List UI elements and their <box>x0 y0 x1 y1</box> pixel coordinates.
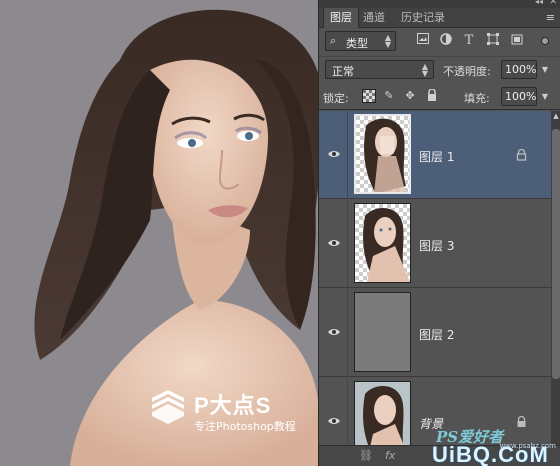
eye-icon <box>328 418 340 424</box>
fx-icon[interactable]: fx <box>385 449 395 462</box>
lock-transparent-pixels-icon[interactable] <box>362 89 376 103</box>
layer-thumbnail <box>354 381 411 445</box>
visibility-toggle[interactable] <box>319 111 348 199</box>
fill-dropdown-icon[interactable]: ▼ <box>539 87 551 106</box>
filter-toggle-icon[interactable] <box>541 37 549 45</box>
fill-input[interactable]: 100% <box>501 87 537 106</box>
pdds-logo-icon <box>152 390 184 424</box>
scroll-up-icon[interactable]: ▲ <box>551 111 560 121</box>
panel-menu-icon[interactable]: ≡ <box>546 11 555 24</box>
layer-thumbnail <box>354 292 411 372</box>
close-icon[interactable]: ✕ <box>549 0 557 7</box>
visibility-toggle[interactable] <box>319 378 348 445</box>
link-layers-icon[interactable]: ⛓ <box>359 449 373 462</box>
blend-row: 正常 ▲ ▼ 不透明度: 100% ▼ <box>319 56 560 82</box>
tab-history[interactable]: 历史记录 <box>395 8 451 28</box>
layers-panel: ◂◂ ✕ 图层 通道 历史记录 ≡ ⌕ 类型 ▲ ▼ T 正常 ▲ ▼ 不透明度… <box>318 0 560 466</box>
layer-name[interactable]: 图层 3 <box>419 237 454 254</box>
filter-type-label: 类型 <box>346 37 368 50</box>
layer-name[interactable]: 图层 1 <box>419 148 454 165</box>
collapse-icon[interactable]: ◂◂ <box>535 0 543 6</box>
panel-title-bar[interactable]: ◂◂ ✕ <box>319 0 560 8</box>
p-da-dian-s-watermark: P大点S 专注Photoshop教程 <box>148 388 318 438</box>
shape-filter-icon[interactable] <box>485 33 501 49</box>
document-canvas[interactable]: P大点S 专注Photoshop教程 <box>0 0 318 466</box>
lock-label: 锁定: <box>323 92 349 105</box>
layer-thumbnail <box>354 203 411 283</box>
layer-thumbnail <box>354 114 411 194</box>
eye-icon <box>328 329 340 335</box>
fill-label: 填充: <box>464 92 490 105</box>
lock-position-icon[interactable]: ✥ <box>403 89 417 103</box>
layers-list: 图层 1 图层 3 图层 2 背景 <box>319 111 551 445</box>
layer-lock-icon <box>516 149 527 161</box>
visibility-toggle[interactable] <box>319 289 348 377</box>
lock-row: 锁定: ✎ ✥ 填充: 100% ▼ <box>319 84 560 110</box>
opacity-dropdown-icon[interactable]: ▼ <box>539 60 551 79</box>
select-arrows-icon: ▲ ▼ <box>421 62 428 78</box>
image-filter-icon[interactable] <box>415 33 431 49</box>
text-filter-icon[interactable]: T <box>461 33 477 49</box>
adjustment-filter-icon[interactable] <box>438 33 454 49</box>
layer-filter-select[interactable]: ⌕ 类型 ▲ ▼ <box>325 31 396 51</box>
blend-mode-select[interactable]: 正常 ▲ ▼ <box>325 60 434 79</box>
layer-name[interactable]: 图层 2 <box>419 326 454 343</box>
lock-image-pixels-icon[interactable]: ✎ <box>382 89 396 103</box>
tab-layers[interactable]: 图层 <box>323 8 359 28</box>
layer-row-layer-1[interactable]: 图层 1 <box>319 111 551 199</box>
eye-icon <box>328 240 340 246</box>
lock-all-icon[interactable] <box>425 88 439 103</box>
eye-icon <box>328 151 340 157</box>
watermark-tagline: 专注Photoshop教程 <box>194 420 296 433</box>
scroll-thumb[interactable] <box>552 129 560 379</box>
tab-channels[interactable]: 通道 <box>357 8 391 28</box>
blend-mode-value: 正常 <box>332 65 354 78</box>
select-arrows-icon: ▲ ▼ <box>384 33 391 49</box>
visibility-toggle[interactable] <box>319 200 348 288</box>
site-watermark-url: www.psahz.com <box>499 442 556 450</box>
layer-filter-row: ⌕ 类型 ▲ ▼ T <box>319 30 560 54</box>
layer-row-layer-2[interactable]: 图层 2 <box>319 289 551 377</box>
panel-tabs: 图层 通道 历史记录 ≡ <box>319 8 560 28</box>
layers-scrollbar[interactable]: ▲ <box>551 111 560 445</box>
opacity-label: 不透明度: <box>443 65 491 78</box>
layer-row-layer-3[interactable]: 图层 3 <box>319 200 551 288</box>
search-icon: ⌕ <box>330 34 337 47</box>
site-watermark: PS爱好者 UiBQ.CoM www.psahz.com <box>432 426 556 466</box>
opacity-input[interactable]: 100% <box>501 60 537 79</box>
smart-object-filter-icon[interactable] <box>509 33 525 49</box>
watermark-brand: P大点S <box>194 393 272 418</box>
